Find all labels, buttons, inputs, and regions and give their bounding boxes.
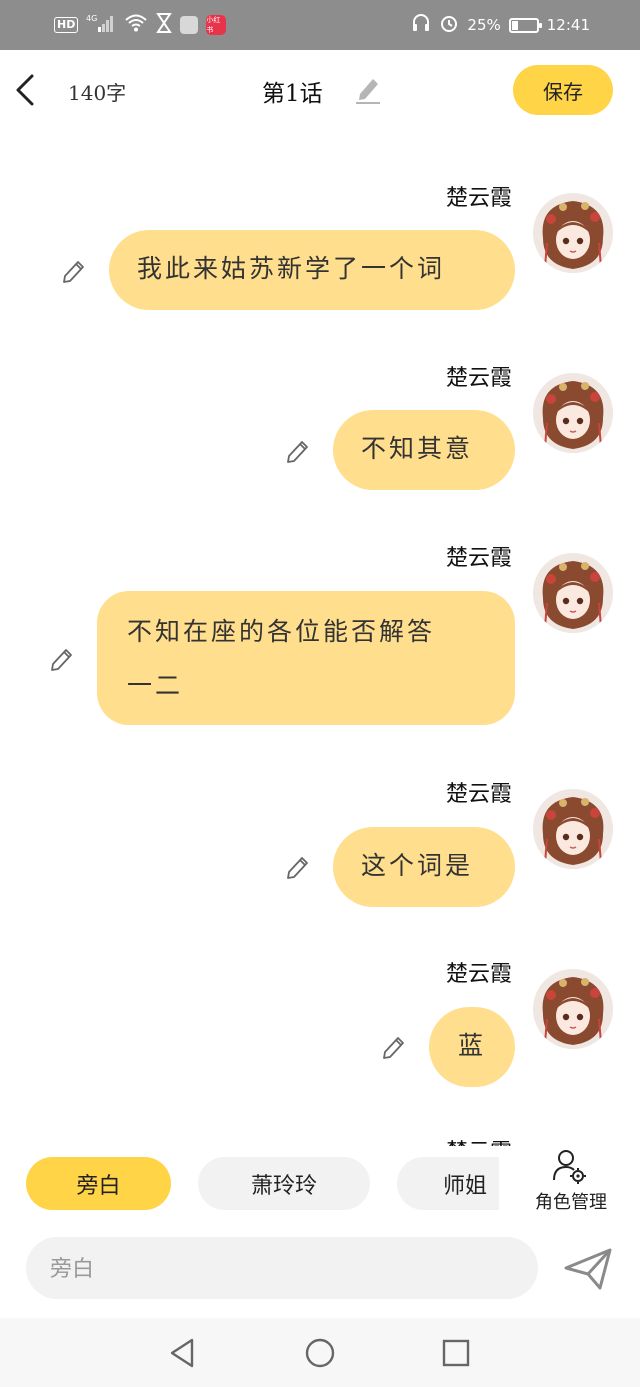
- nav-recents-button[interactable]: [439, 1336, 473, 1370]
- send-icon: [564, 1248, 612, 1290]
- edit-message-button[interactable]: [285, 854, 311, 880]
- message-list: 楚云霞 我此来姑苏新学了一个词 楚云霞 不知其意 楚云霞 不知在座的各位能否解答…: [0, 130, 640, 1146]
- avatar[interactable]: [533, 789, 613, 869]
- signal-icon: 4G: [86, 13, 116, 37]
- pencil-icon: [63, 261, 84, 283]
- status-left: HD 4G 小红书: [54, 13, 227, 37]
- avatar-image: [533, 789, 613, 869]
- avatar-image: [533, 553, 613, 633]
- avatar[interactable]: [533, 193, 613, 273]
- avatar[interactable]: [533, 553, 613, 633]
- message-bubble[interactable]: 这个词是: [333, 827, 515, 907]
- red-app-icon: 小红书: [206, 15, 227, 35]
- status-bar: HD 4G 小红书 25% 12:41: [0, 0, 640, 50]
- speaker-name: 楚云霞: [445, 962, 512, 987]
- pencil-icon: [356, 79, 380, 104]
- hourglass-icon: [156, 13, 173, 37]
- message-bubble[interactable]: 不知其意: [333, 410, 515, 490]
- send-button[interactable]: [562, 1244, 614, 1292]
- edit-message-button[interactable]: [49, 646, 75, 672]
- clock-time: 12:41: [546, 16, 590, 34]
- character-chip[interactable]: 师姐: [397, 1157, 499, 1210]
- avatar[interactable]: [533, 969, 613, 1049]
- hd-badge: HD: [54, 17, 79, 33]
- avatar-image: [533, 969, 613, 1049]
- headphone-icon: [411, 13, 431, 37]
- pencil-icon: [51, 649, 72, 671]
- status-right: 25% 12:41: [411, 13, 590, 37]
- edit-message-button[interactable]: [381, 1034, 407, 1060]
- pencil-icon: [383, 1037, 404, 1059]
- mail-icon: [180, 16, 199, 34]
- message-bubble[interactable]: 我此来姑苏新学了一个词: [109, 230, 515, 310]
- character-chip-narrator[interactable]: 旁白: [26, 1157, 171, 1210]
- edit-title-button[interactable]: [354, 74, 382, 104]
- pencil-icon: [287, 857, 308, 879]
- recents-square-icon: [442, 1339, 470, 1367]
- save-button[interactable]: 保存: [513, 65, 613, 115]
- message-input-wrapper: [26, 1237, 538, 1301]
- system-nav-bar: [0, 1318, 640, 1387]
- edit-message-button[interactable]: [61, 258, 87, 284]
- message-line: 不知在座的各位能否解答: [127, 617, 436, 646]
- home-circle-icon: [305, 1338, 335, 1368]
- network-type: 4G: [86, 14, 97, 23]
- back-triangle-icon: [170, 1338, 194, 1368]
- message-line: 一二: [127, 671, 184, 700]
- role-management-label: 角色管理: [535, 1192, 607, 1213]
- message-input[interactable]: [48, 1237, 522, 1301]
- speaker-name: 楚云霞: [445, 546, 512, 571]
- nav-back-button[interactable]: [166, 1336, 200, 1370]
- user-gear-icon: [553, 1150, 586, 1184]
- back-button[interactable]: [12, 72, 42, 108]
- chapter-title: 第1话: [262, 81, 323, 107]
- battery-icon: [508, 17, 542, 33]
- message-bubble[interactable]: 不知在座的各位能否解答 一二: [97, 591, 515, 725]
- chevron-left-icon: [16, 74, 34, 106]
- battery-percent: 25%: [467, 16, 501, 34]
- wifi-icon: [124, 13, 148, 37]
- message-bubble[interactable]: 蓝: [429, 1007, 515, 1087]
- character-selector: 旁白 萧玲玲 师姐 角色管理: [0, 1146, 640, 1230]
- edit-message-button[interactable]: [285, 438, 311, 464]
- speaker-name: 楚云霞: [445, 366, 512, 391]
- alarm-icon: [439, 13, 459, 37]
- pencil-icon: [287, 441, 308, 463]
- avatar-image: [533, 373, 613, 453]
- speaker-name: 楚云霞: [445, 186, 512, 211]
- role-management-button[interactable]: 角色管理: [524, 1146, 618, 1221]
- word-count: 140字: [68, 81, 127, 105]
- avatar-image: [533, 193, 613, 273]
- editor-header: 140字 第1话 保存: [0, 50, 640, 130]
- avatar[interactable]: [533, 373, 613, 453]
- speaker-name: 楚云霞: [446, 1134, 512, 1146]
- character-chip[interactable]: 萧玲玲: [198, 1157, 370, 1210]
- nav-home-button[interactable]: [303, 1336, 337, 1370]
- speaker-name: 楚云霞: [445, 782, 512, 807]
